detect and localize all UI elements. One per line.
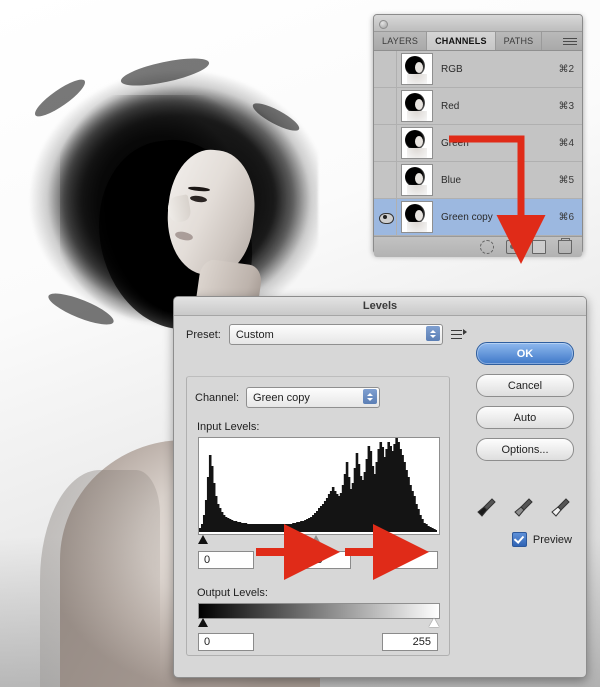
channel-visibility-toggle[interactable] (374, 51, 397, 87)
panel-menu-icon[interactable] (563, 35, 577, 47)
preset-options-icon[interactable] (450, 327, 467, 343)
channel-thumbnail (401, 164, 433, 196)
preset-label: Preset: (186, 328, 221, 341)
tab-paths[interactable]: PATHS (496, 32, 543, 50)
preview-checkbox[interactable] (511, 532, 527, 547)
eyedropper-group (476, 496, 572, 520)
channel-shortcut: ⌘4 (558, 137, 574, 149)
output-levels-gradient (198, 603, 440, 619)
channel-row-blue[interactable]: Blue ⌘5 (374, 162, 582, 199)
input-midtone-field[interactable]: 0.63 (295, 551, 351, 569)
channel-shortcut: ⌘5 (558, 174, 574, 186)
levels-dialog[interactable]: Levels Preset: Custom Channel: Green cop… (173, 296, 587, 678)
black-point-eyedropper[interactable] (476, 496, 498, 520)
channels-list[interactable]: RGB ⌘2 Red ⌘3 Green ⌘4 Blue ⌘5 Green cop (374, 51, 582, 236)
eye-icon[interactable] (378, 212, 394, 224)
preset-select[interactable]: Custom (228, 324, 443, 345)
channel-label: Channel: (195, 391, 240, 404)
channel-name: Red (441, 100, 460, 112)
input-levels-label: Input Levels: (197, 421, 260, 433)
channel-shortcut: ⌘3 (558, 100, 574, 112)
output-white-field[interactable]: 255 (382, 633, 438, 651)
delete-channel-icon[interactable] (558, 238, 572, 254)
load-selection-icon[interactable] (480, 240, 494, 254)
channel-visibility-toggle[interactable] (374, 88, 397, 124)
options-button[interactable]: Options... (476, 438, 574, 461)
levels-dialog-body: Preset: Custom Channel: Green copy Input… (174, 316, 586, 668)
channels-panel-tabs[interactable]: LAYERS CHANNELS PATHS (374, 32, 582, 51)
channel-shortcut: ⌘6 (558, 211, 574, 223)
preset-row: Preset: Custom (186, 324, 467, 345)
channel-row-rgb[interactable]: RGB ⌘2 (374, 51, 582, 88)
cancel-button[interactable]: Cancel (476, 374, 574, 397)
channel-name: Blue (441, 174, 462, 186)
channel-name: Green copy (441, 211, 493, 223)
preview-label: Preview (532, 533, 572, 546)
stepper-arrows-icon[interactable] (363, 389, 378, 404)
channels-panel-titlebar[interactable] (374, 15, 582, 32)
preset-value: Custom (235, 328, 274, 341)
auto-button[interactable]: Auto (476, 406, 574, 429)
channel-row-red[interactable]: Red ⌘3 (374, 88, 582, 125)
channel-thumbnail (401, 90, 433, 122)
stepper-arrows-icon[interactable] (425, 326, 440, 341)
input-shadow-field[interactable]: 0 (198, 551, 254, 569)
output-white-handle[interactable] (429, 618, 439, 627)
levels-dialog-title: Levels (174, 297, 586, 316)
channel-row-green-copy[interactable]: Green copy ⌘6 (374, 199, 582, 236)
save-selection-as-channel-icon[interactable] (506, 240, 520, 254)
input-highlight-field[interactable]: 205 (382, 551, 438, 569)
channels-panel-footer[interactable] (374, 236, 582, 257)
levels-button-column: OK Cancel Auto Options... (476, 342, 574, 470)
tab-layers[interactable]: LAYERS (374, 32, 428, 50)
ok-button[interactable]: OK (476, 342, 574, 365)
preview-row[interactable]: Preview (511, 532, 572, 547)
channel-name: RGB (441, 63, 463, 75)
model-arm-shadow (40, 470, 160, 687)
channel-value: Green copy (253, 391, 310, 404)
channel-thumbnail (401, 127, 433, 159)
channel-shortcut: ⌘2 (558, 63, 574, 75)
histogram-plot (199, 438, 437, 532)
tab-channels[interactable]: CHANNELS (427, 32, 496, 50)
channels-panel[interactable]: LAYERS CHANNELS PATHS RGB ⌘2 Red ⌘3 Gree… (373, 14, 583, 257)
channel-visibility-toggle[interactable] (374, 125, 397, 161)
output-black-field[interactable]: 0 (198, 633, 254, 651)
channel-row: Channel: Green copy (195, 387, 381, 408)
histogram (198, 437, 440, 535)
gray-point-eyedropper[interactable] (513, 496, 535, 520)
input-midtone-handle[interactable] (311, 535, 321, 544)
channel-thumbnail (401, 201, 433, 233)
output-levels-slider[interactable] (198, 618, 440, 630)
channel-select[interactable]: Green copy (246, 387, 381, 408)
input-white-point-handle[interactable] (386, 535, 396, 544)
levels-adjust-group: Channel: Green copy Input Levels: 0 0.63… (186, 376, 450, 656)
input-levels-slider[interactable] (198, 535, 438, 547)
channel-thumbnail (401, 53, 433, 85)
output-levels-label: Output Levels: (197, 587, 268, 599)
channel-visibility-toggle[interactable] (374, 199, 397, 235)
channel-visibility-toggle[interactable] (374, 162, 397, 198)
new-channel-icon[interactable] (532, 240, 546, 254)
channel-row-green[interactable]: Green ⌘4 (374, 125, 582, 162)
channel-name: Green (441, 137, 469, 149)
output-black-handle[interactable] (198, 618, 208, 627)
panel-collapse-icon[interactable] (379, 20, 388, 29)
input-black-point-handle[interactable] (198, 535, 208, 544)
white-point-eyedropper[interactable] (550, 496, 572, 520)
